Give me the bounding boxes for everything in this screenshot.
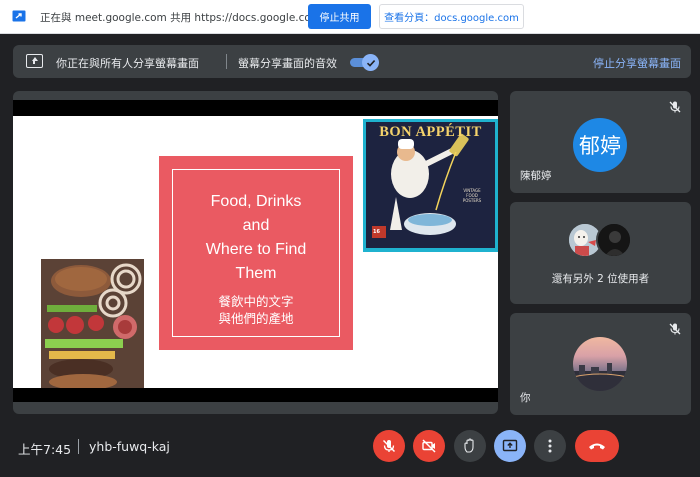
view-tab-button[interactable]: 查看分頁：docs.google.com bbox=[379, 4, 524, 29]
hand-icon bbox=[464, 438, 474, 453]
mic-toggle-button[interactable] bbox=[373, 430, 405, 462]
meeting-time: 上午7:45 bbox=[18, 442, 72, 457]
mic-off-icon bbox=[382, 439, 396, 453]
toggle-knob bbox=[362, 54, 379, 71]
slide-subtitle: 餐飲中的文字 與他們的產地 bbox=[218, 294, 294, 326]
tab-sharing-bar: 正在與 meet.google.com 共用 https://docs.goog… bbox=[0, 0, 700, 34]
meeting-code: yhb-fuwq-kaj bbox=[89, 439, 170, 454]
present-screen-icon bbox=[502, 439, 518, 452]
share-audio-toggle[interactable] bbox=[350, 54, 380, 71]
poster-subtitle: VINTAGE FOOD POSTERS bbox=[462, 188, 482, 203]
mic-off-icon bbox=[669, 323, 681, 335]
participant-name: 你 bbox=[520, 392, 531, 404]
participant-tile[interactable]: 郁婷 陳郁婷 bbox=[510, 91, 691, 193]
camera-off-icon bbox=[422, 439, 436, 453]
stop-presenting-link[interactable]: 停止分享螢幕畫面 bbox=[593, 55, 681, 71]
bon-appetit-poster: BON APPÉTIT VINTAGE FOOD POSTERS 16 bbox=[363, 119, 498, 252]
more-vert-icon bbox=[548, 439, 552, 453]
self-tile[interactable]: 你 bbox=[510, 313, 691, 415]
slide-title: Food, Drinks and Where to Find Them bbox=[205, 193, 307, 282]
shared-slide: Food, Drinks and Where to Find Them 餐飲中的… bbox=[13, 100, 498, 402]
present-screen-icon bbox=[26, 54, 43, 68]
poster-badge: 16 bbox=[373, 229, 380, 235]
divider bbox=[226, 54, 227, 69]
more-options-button[interactable] bbox=[534, 430, 566, 462]
presenting-text: 你正在與所有人分享螢幕畫面 bbox=[56, 57, 199, 70]
others-tile[interactable]: 還有另外 2 位使用者 bbox=[510, 202, 691, 304]
present-now-button[interactable] bbox=[494, 430, 526, 462]
presenting-banner: 你正在與所有人分享螢幕畫面 螢幕分享畫面的音效 停止分享螢幕畫面 bbox=[13, 45, 691, 78]
poster-artwork: BON APPÉTIT VINTAGE FOOD POSTERS 16 bbox=[366, 122, 495, 248]
mic-off-icon bbox=[669, 101, 681, 113]
participant-name: 陳郁婷 bbox=[520, 170, 552, 182]
presentation-stage: Food, Drinks and Where to Find Them 餐飲中的… bbox=[13, 91, 498, 414]
camera-toggle-button[interactable] bbox=[413, 430, 445, 462]
title-card: Food, Drinks and Where to Find Them 餐飲中的… bbox=[159, 156, 353, 350]
sharing-message: 正在與 meet.google.com 共用 https://docs.goog… bbox=[40, 12, 322, 24]
avatar bbox=[596, 222, 632, 258]
share-audio-label: 螢幕分享畫面的音效 bbox=[238, 57, 337, 70]
avatar bbox=[573, 337, 627, 391]
poster-title: BON APPÉTIT bbox=[379, 124, 482, 140]
screen-share-icon bbox=[12, 10, 26, 22]
hang-up-icon bbox=[589, 443, 605, 450]
others-label: 還有另外 2 位使用者 bbox=[551, 273, 650, 285]
stop-sharing-button[interactable]: 停止共用 bbox=[308, 4, 371, 29]
divider bbox=[78, 439, 79, 454]
slide-canvas: Food, Drinks and Where to Find Them 餐飲中的… bbox=[13, 116, 498, 388]
burger-illustration bbox=[41, 259, 144, 388]
raise-hand-button[interactable] bbox=[454, 430, 486, 462]
leave-call-button[interactable] bbox=[575, 430, 619, 462]
avatar: 郁婷 bbox=[573, 118, 627, 172]
checkmark-icon bbox=[366, 59, 375, 67]
